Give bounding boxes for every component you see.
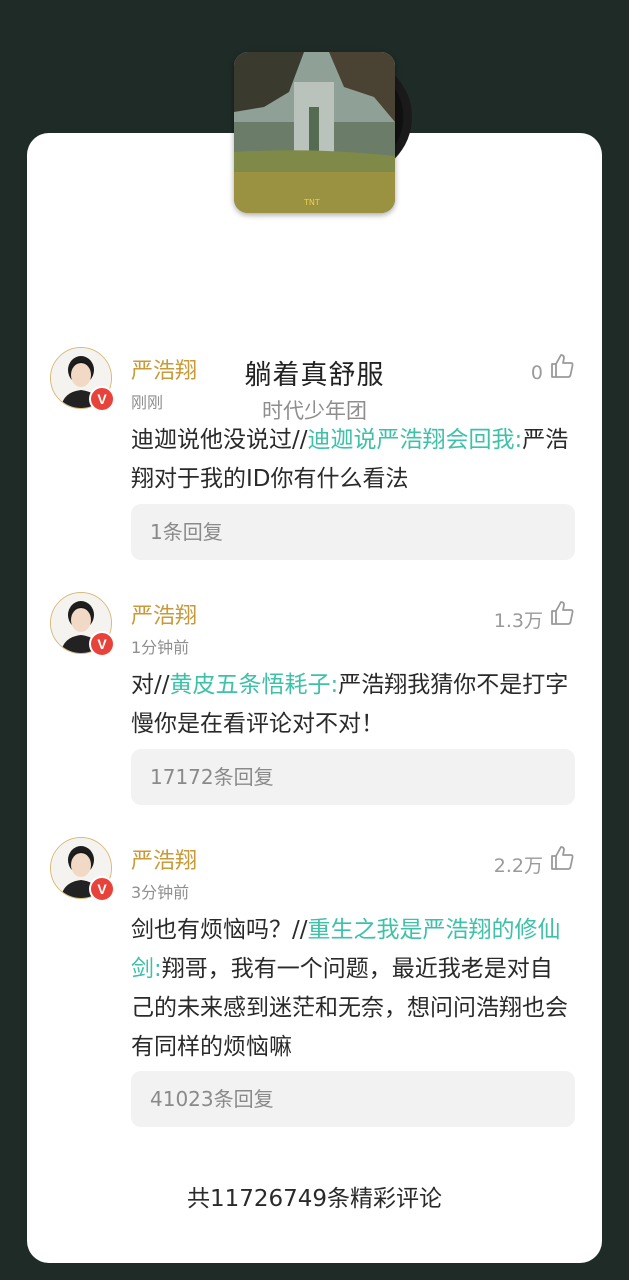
comment-item: V 严浩翔 刚刚 0 迪迦说他没说过//迪迦说严浩翔会回我:严浩翔对于我的ID你… [27,347,575,567]
comment-text-prefix: 剑也有烦恼吗？// [131,917,308,943]
comment-mention[interactable]: 黄皮五条悟耗子: [170,672,339,698]
comment-time: 1分钟前 [131,638,190,657]
like-count: 0 [530,361,543,384]
comment-mention[interactable]: 迪迦说严浩翔会回我: [308,427,523,453]
verified-badge-icon: V [89,386,115,412]
svg-text:TNT: TNT [303,198,320,207]
comment-text-prefix: 对// [131,672,170,698]
avatar[interactable]: V [50,837,115,902]
album-cover[interactable]: TNT [234,52,395,213]
comment-time: 3分钟前 [131,883,190,902]
verified-badge-icon: V [89,876,115,902]
like-button[interactable]: 0 [531,353,575,384]
thumbs-up-icon[interactable] [549,845,575,876]
comment-item: V 严浩翔 3分钟前 2.2万 剑也有烦恼吗？//重生之我是严浩翔的修仙剑:翔哥… [27,837,575,1137]
comment-username[interactable]: 严浩翔 [131,598,197,630]
comments-card: 躺着真舒服 时代少年团 V 严浩翔 刚刚 0 迪迦说他没说过//迪迦说严浩翔会回… [27,133,602,1263]
comment-username[interactable]: 严浩翔 [131,843,197,875]
replies-button[interactable]: 1条回复 [131,504,575,560]
verified-badge-icon: V [89,631,115,657]
comment-text-body: 翔哥，我有一个问题，最近我老是对自己的未来感到迷茫和无奈，想问问浩翔也会有同样的… [131,956,568,1060]
thumbs-up-icon[interactable] [549,600,575,631]
like-count: 2.2万 [493,855,543,877]
avatar[interactable]: V [50,347,115,412]
comment-text: 迪迦说他没说过//迪迦说严浩翔会回我:严浩翔对于我的ID你有什么看法 [131,421,571,499]
total-comments-count[interactable]: 共11726749条精彩评论 [27,1179,602,1213]
like-button[interactable]: 1.3万 [494,598,575,633]
album-art-group[interactable]: TNT [234,52,414,214]
replies-button[interactable]: 17172条回复 [131,749,575,805]
avatar[interactable]: V [50,592,115,657]
comment-username[interactable]: 严浩翔 [131,353,197,385]
comment-text: 对//黄皮五条悟耗子:严浩翔我猜你不是打字慢你是在看评论对不对！ [131,666,571,744]
thumbs-up-icon[interactable] [549,353,575,384]
comment-item: V 严浩翔 1分钟前 1.3万 对//黄皮五条悟耗子:严浩翔我猜你不是打字慢你是… [27,592,575,812]
like-count: 1.3万 [493,610,543,632]
comment-text: 剑也有烦恼吗？//重生之我是严浩翔的修仙剑:翔哥，我有一个问题，最近我老是对自己… [131,911,571,1067]
comment-time: 刚刚 [131,393,164,412]
comment-text-prefix: 迪迦说他没说过// [131,427,308,453]
page: TNT 躺着真舒服 时代少年团 V 严浩翔 刚刚 0 迪迦说他没说过//迪迦说严… [0,0,629,1280]
like-button[interactable]: 2.2万 [494,843,575,878]
replies-button[interactable]: 41023条回复 [131,1071,575,1127]
